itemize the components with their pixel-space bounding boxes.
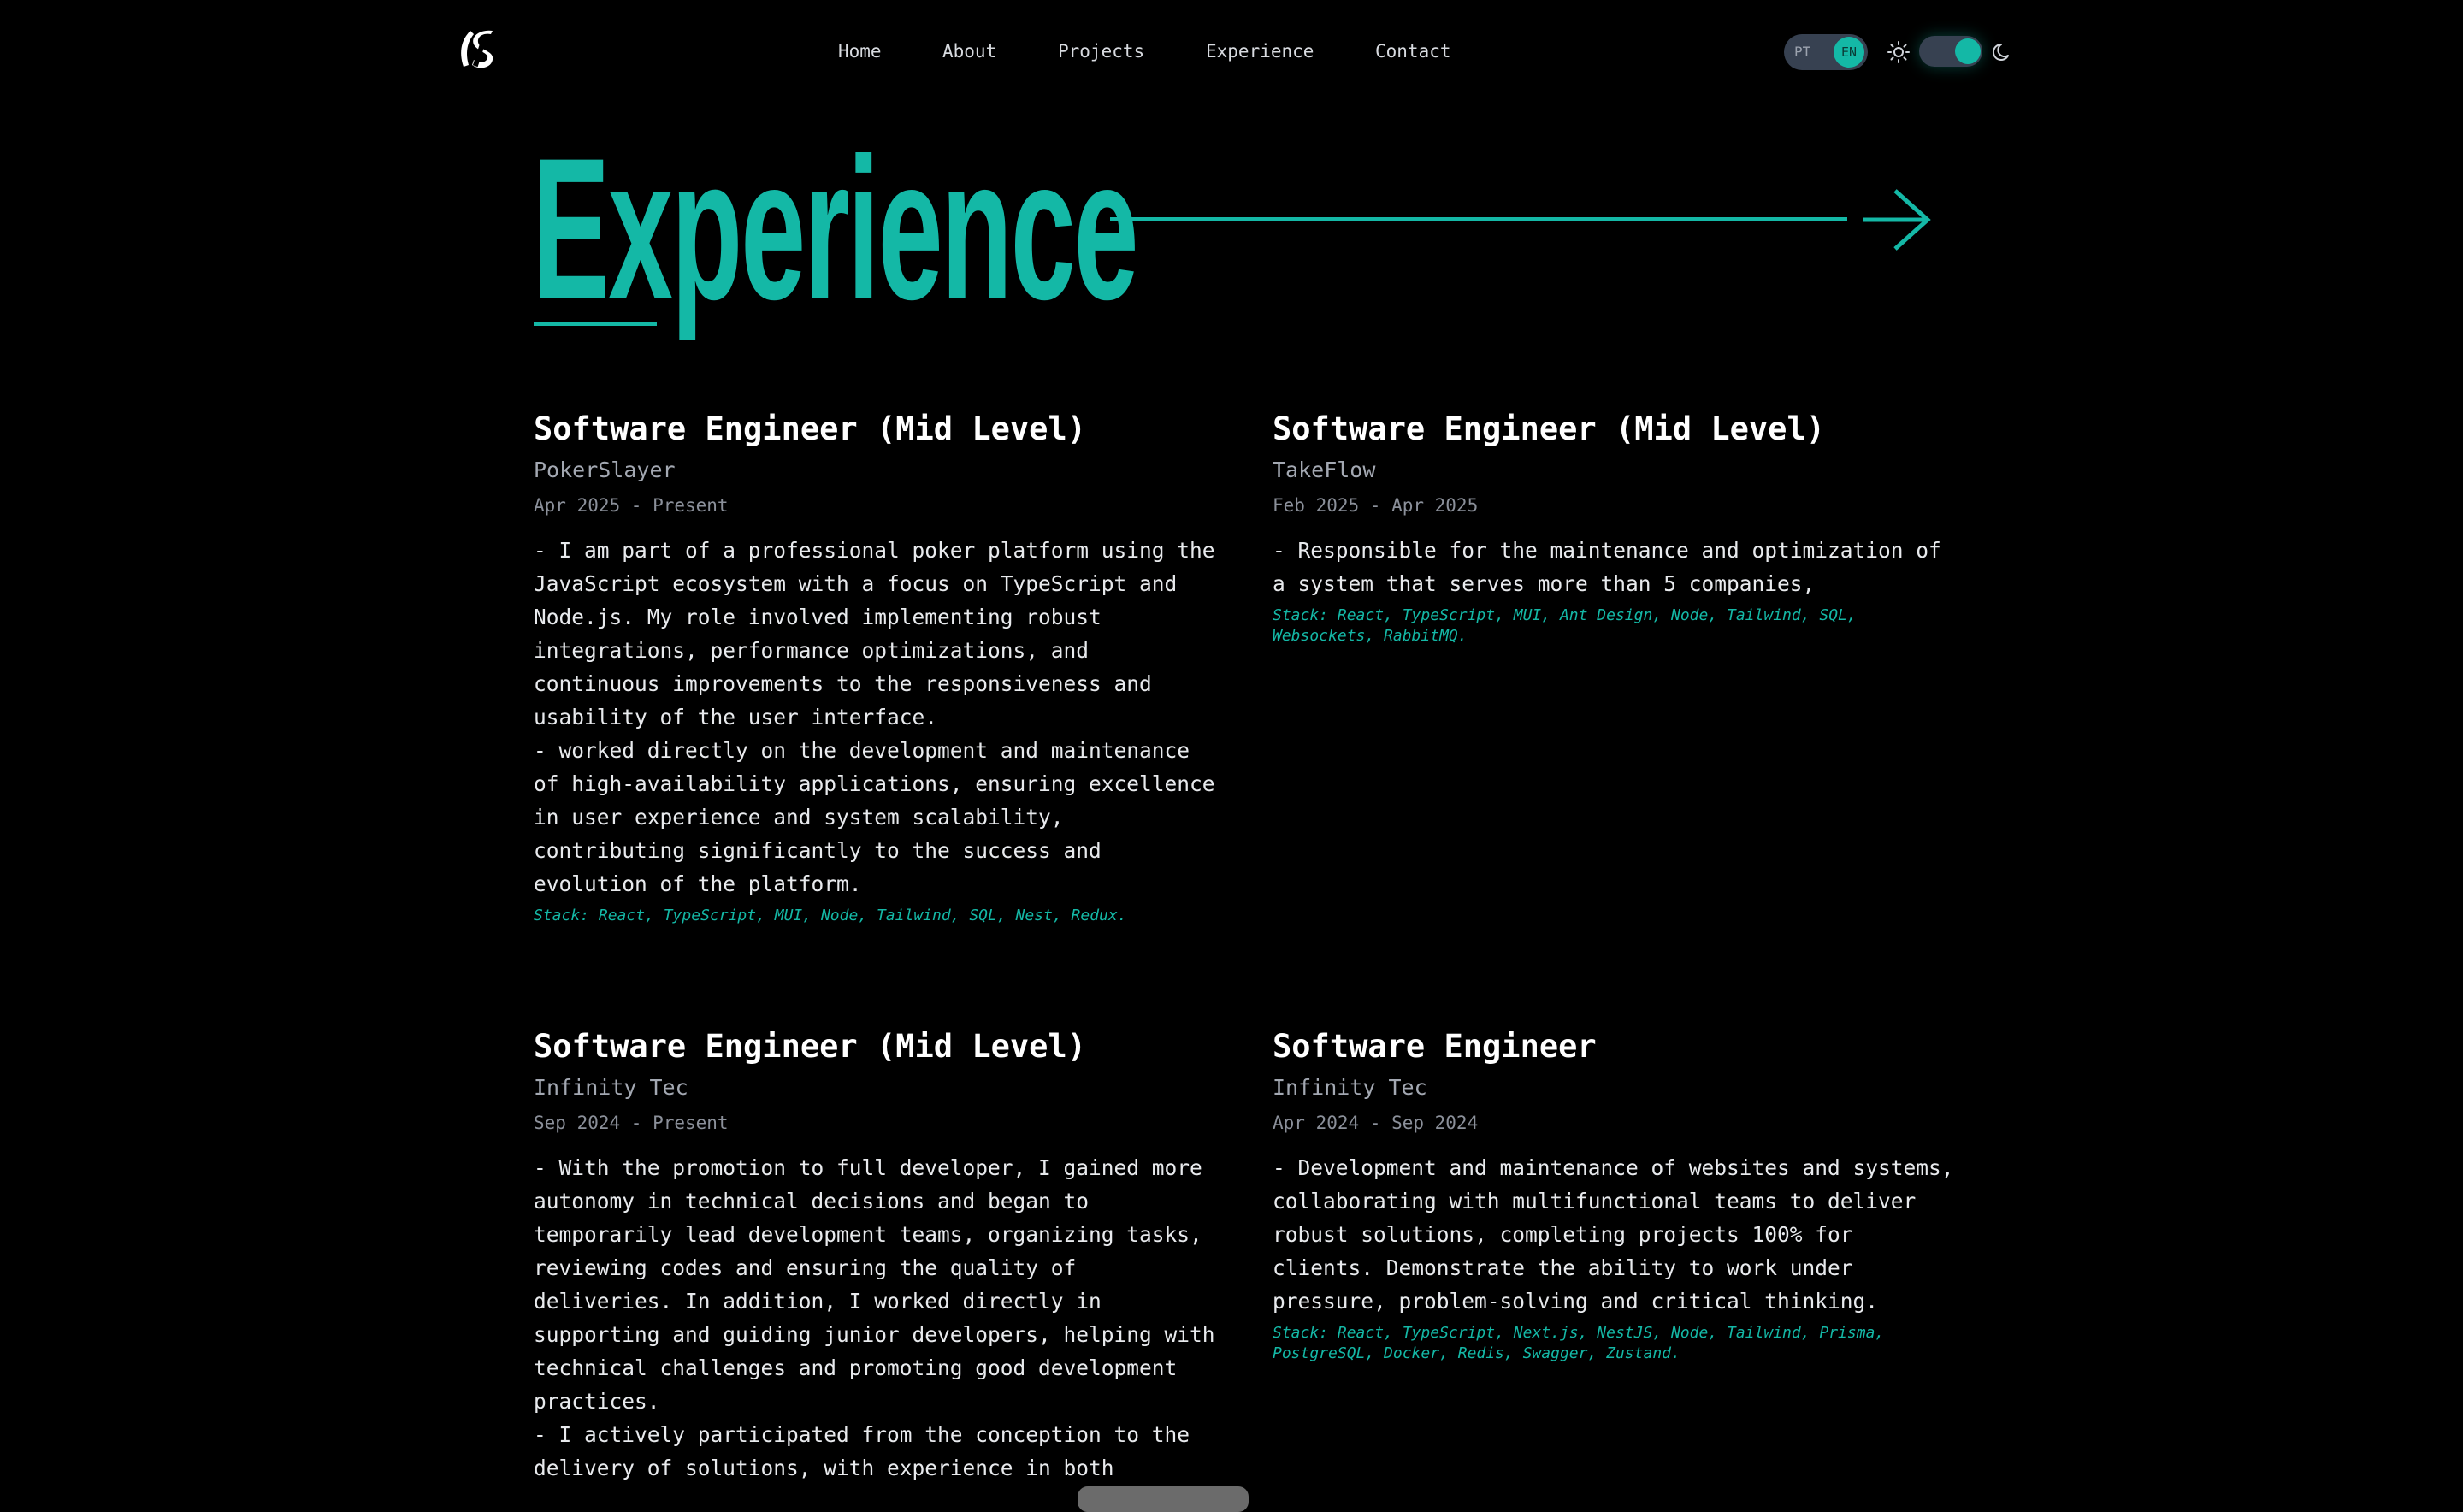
job-description: - I am part of a professional poker plat… [534, 538, 1215, 896]
job-dates: Feb 2025 - Apr 2025 [1273, 495, 1479, 516]
experience-card: Software Engineer (Mid Level) TakeFlow F… [1273, 409, 1957, 647]
company-name: PokerSlayer [534, 458, 676, 482]
arrow-right-icon [1863, 189, 1931, 251]
lang-option-en[interactable]: EN [1834, 37, 1864, 68]
company-name: TakeFlow [1273, 458, 1376, 482]
tech-stack: Stack: React, TypeScript, Next.js, NestJ… [1273, 1324, 1885, 1362]
job-dates: Apr 2025 - Present [534, 495, 729, 516]
theme-toggle[interactable] [1919, 36, 1982, 67]
nav-about-link[interactable]: About [942, 38, 996, 65]
job-title: Software Engineer (Mid Level) [1273, 410, 1826, 447]
experience-card: Software Engineer Infinity Tec Apr 2024 … [1273, 1026, 1957, 1364]
job-title: Software Engineer (Mid Level) [534, 410, 1087, 447]
nav-contact-link[interactable]: Contact [1375, 38, 1451, 65]
job-title: Software Engineer [1273, 1028, 1597, 1065]
nav-home-link[interactable]: Home [838, 38, 882, 65]
section-title: Experience [532, 116, 1139, 342]
tech-stack: Stack: React, TypeScript, MUI, Node, Tai… [534, 907, 1127, 924]
scroll-indicator[interactable] [1078, 1486, 1249, 1512]
experience-card: Software Engineer (Mid Level) Infinity T… [534, 1026, 1218, 1490]
job-dates: Apr 2024 - Sep 2024 [1273, 1113, 1479, 1133]
moon-icon [1992, 43, 2009, 61]
sun-icon [1887, 41, 1910, 63]
lang-option-pt[interactable]: PT [1794, 34, 1810, 70]
nav-experience-link[interactable]: Experience [1206, 38, 1314, 65]
job-description: - With the promotion to full developer, … [534, 1155, 1215, 1480]
company-name: Infinity Tec [534, 1075, 688, 1100]
tech-stack: Stack: React, TypeScript, MUI, Ant Desig… [1273, 606, 1857, 645]
language-toggle[interactable]: PT EN [1784, 34, 1868, 70]
main-nav: Home About Projects Experience Contact [0, 38, 2463, 65]
job-dates: Sep 2024 - Present [534, 1113, 729, 1133]
title-divider-line [1110, 217, 1847, 221]
job-description: - Responsible for the maintenance and op… [1273, 538, 1941, 596]
experience-card: Software Engineer (Mid Level) PokerSlaye… [534, 409, 1218, 926]
nav-projects-link[interactable]: Projects [1058, 38, 1144, 65]
job-description: - Development and maintenance of website… [1273, 1155, 1954, 1314]
theme-toggle-knob [1955, 38, 1981, 64]
job-title: Software Engineer (Mid Level) [534, 1028, 1087, 1065]
company-name: Infinity Tec [1273, 1075, 1427, 1100]
title-underline [534, 322, 657, 326]
